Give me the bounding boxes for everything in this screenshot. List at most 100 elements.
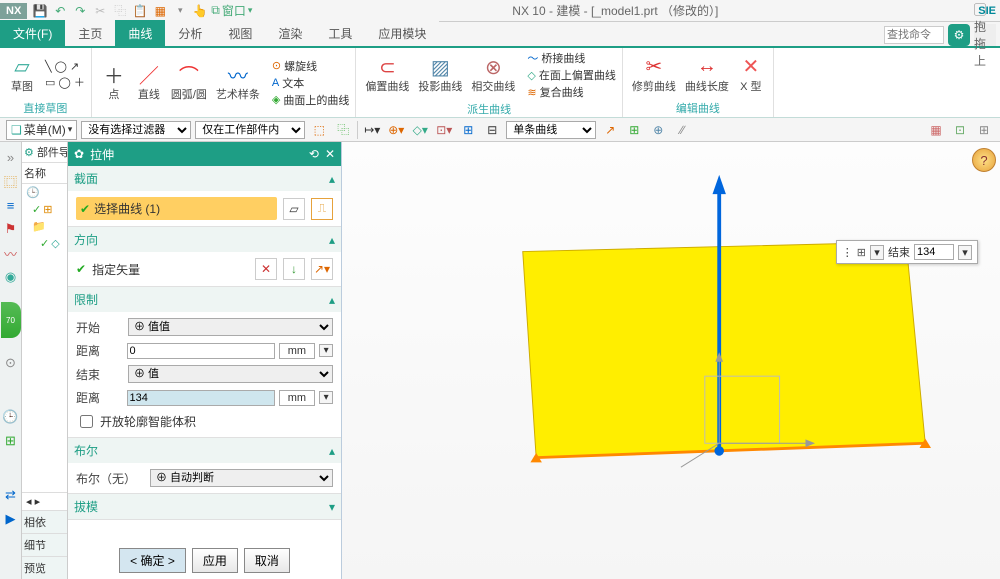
rail-color-icon[interactable]: ⊞ (2, 432, 20, 450)
tbtn9[interactable]: ↗ (600, 120, 620, 140)
tbtn6[interactable]: ⊡▾ (434, 120, 454, 140)
tab-render[interactable]: 渲染 (265, 20, 315, 46)
rail-arrow-icon[interactable]: ▶ (2, 510, 20, 528)
line-button[interactable]: ／直线 (133, 63, 165, 103)
tbtn2[interactable]: ⿻ (333, 120, 353, 140)
end-dist-input[interactable] (127, 390, 275, 406)
dialog-close-icon[interactable]: ✕ (325, 147, 335, 161)
section-direction-head[interactable]: 方向▴ (68, 227, 341, 252)
rail-layer-icon[interactable]: ≡ (2, 196, 20, 214)
rail-dial[interactable]: 70 (1, 302, 21, 338)
arc-button[interactable]: ⌒圆弧/圆 (168, 63, 210, 103)
composite-item[interactable]: ≋复合曲线 (527, 84, 615, 100)
floating-input[interactable]: ⋮ ⊞ ▾ 结束 ▾ (836, 240, 978, 264)
scale-button[interactable]: ▢ 抱拖上 (974, 24, 996, 46)
paste-icon[interactable]: 📋 (131, 2, 149, 20)
project-button[interactable]: ▨投影曲线 (415, 55, 465, 95)
face-offset-item[interactable]: ◇在面上偏置曲线 (527, 67, 615, 83)
grid-icon[interactable]: ▦ (151, 2, 169, 20)
nav-tab-detail[interactable]: 细节 (22, 533, 67, 556)
vector-icon[interactable]: ↓ (283, 258, 305, 280)
window-menu[interactable]: ⧉窗口▾ (211, 2, 252, 20)
tbtn7[interactable]: ⊞ (458, 120, 478, 140)
intersect-button[interactable]: ⊗相交曲线 (468, 55, 518, 95)
curve-rule-icon[interactable]: ⎍ (311, 198, 333, 220)
cut-icon[interactable]: ✂ (91, 2, 109, 20)
tab-analysis[interactable]: 分析 (165, 20, 215, 46)
curve-filter[interactable]: 单条曲线 (506, 121, 596, 139)
xtype-button[interactable]: ✕X 型 (735, 55, 767, 95)
rect-tool[interactable]: ▭ ◯ ＋ (45, 74, 85, 90)
float-drop1[interactable]: ⋮ (842, 246, 853, 259)
vector-auto-icon[interactable]: ↗▾ (311, 258, 333, 280)
rail-flag-icon[interactable]: ⚑ (2, 220, 20, 238)
rail-nav-icon[interactable]: ⿴ (2, 172, 20, 190)
save-icon[interactable]: 💾 (31, 2, 49, 20)
tbtn8[interactable]: ⊟ (482, 120, 502, 140)
boolean-option[interactable]: ⊕ 自动判断 (150, 469, 333, 487)
section-boolean-head[interactable]: 布尔▴ (68, 438, 341, 463)
copy-icon[interactable]: ⿻ (111, 2, 129, 20)
rail-toggle-icon[interactable]: ⇄ (2, 486, 20, 504)
length-button[interactable]: ↔曲线长度 (682, 55, 732, 95)
tab-file[interactable]: 文件(F) (0, 20, 65, 46)
rail-circle-icon[interactable]: ◉ (2, 268, 20, 286)
trim-button[interactable]: ✂修剪曲线 (629, 55, 679, 95)
nav-history[interactable]: 🕒 (22, 184, 67, 201)
gear-icon[interactable]: ⚙ (948, 24, 970, 46)
select-curve-row[interactable]: ✔ 选择曲线 (1) (76, 197, 277, 220)
dialog-title-bar[interactable]: ✿ 拉伸 ⟲ ✕ (68, 142, 341, 166)
rail-pov-icon[interactable]: ⊙ (2, 354, 20, 372)
graphics-canvas[interactable]: ? ⋮ ⊞ ▾ 结束 (342, 142, 1000, 579)
section-limits-head[interactable]: 限制▴ (68, 287, 341, 312)
tbtn5[interactable]: ◇▾ (410, 120, 430, 140)
nav-scroll[interactable]: ◂ ▸ (22, 492, 67, 510)
sketch-section-icon[interactable]: ▱ (283, 198, 305, 220)
tbtn-v1[interactable]: ▦ (926, 120, 946, 140)
cancel-button[interactable]: 取消 (244, 548, 290, 573)
tbtn1[interactable]: ⬚ (309, 120, 329, 140)
menu-button[interactable]: ❑菜单(M)▾ (6, 120, 77, 140)
help-badge-icon[interactable]: ? (972, 148, 996, 172)
tab-tools[interactable]: 工具 (315, 20, 365, 46)
float-drop3[interactable]: ▾ (958, 245, 972, 260)
float-drop2[interactable]: ▾ (870, 245, 884, 260)
start-drop[interactable]: ▾ (319, 344, 333, 357)
float-value-input[interactable] (914, 244, 954, 260)
line-tool[interactable]: ╲ ◯ ↗ (45, 60, 85, 73)
tbtn10[interactable]: ⊞ (624, 120, 644, 140)
end-option[interactable]: ⊕ 值 (128, 365, 333, 383)
apply-button[interactable]: 应用 (192, 548, 238, 573)
end-drop[interactable]: ▾ (319, 391, 333, 404)
selection-filter[interactable]: 没有选择过滤器 (81, 121, 191, 139)
sketch-button[interactable]: ▱ 草图 (6, 55, 38, 95)
tab-home[interactable]: 主页 (65, 20, 115, 46)
rail-expand[interactable]: » (2, 148, 20, 166)
ok-button[interactable]: < 确定 > (119, 548, 186, 573)
point-button[interactable]: ＋点 (98, 63, 130, 103)
section-profile-head[interactable]: 截面▴ (68, 166, 341, 191)
command-search-input[interactable] (884, 26, 944, 44)
nav-tab-depend[interactable]: 相依 (22, 510, 67, 533)
spline-button[interactable]: 〰艺术样条 (213, 63, 263, 103)
open-profile-checkbox[interactable] (80, 415, 93, 428)
tbtn12[interactable]: ∕∕ (672, 120, 692, 140)
undo-icon[interactable]: ↶ (51, 2, 69, 20)
nav-tab-preview[interactable]: 预览 (22, 556, 67, 579)
rail-history-icon[interactable]: 🕒 (2, 408, 20, 426)
start-option[interactable]: ⊕ 值值 (128, 318, 333, 336)
tab-view[interactable]: 视图 (215, 20, 265, 46)
tbtn-v2[interactable]: ⊡ (950, 120, 970, 140)
nav-item1[interactable]: ✓⊞ (22, 201, 67, 218)
touch-icon[interactable]: 👆 (191, 2, 209, 20)
section-draft-head[interactable]: 拔模▾ (68, 494, 341, 519)
start-dist-input[interactable] (127, 343, 275, 359)
helix-item[interactable]: ⊙螺旋线 (272, 58, 349, 74)
redo-icon[interactable]: ↷ (71, 2, 89, 20)
text-item[interactable]: A文本 (272, 75, 349, 91)
surface-curve-item[interactable]: ◈曲面上的曲线 (272, 92, 349, 108)
rail-graph-icon[interactable]: 〰 (2, 244, 20, 262)
bridge-item[interactable]: 〜桥接曲线 (527, 50, 615, 66)
tab-app[interactable]: 应用模块 (365, 20, 439, 46)
dialog-restore-icon[interactable]: ⟲ (309, 147, 319, 161)
